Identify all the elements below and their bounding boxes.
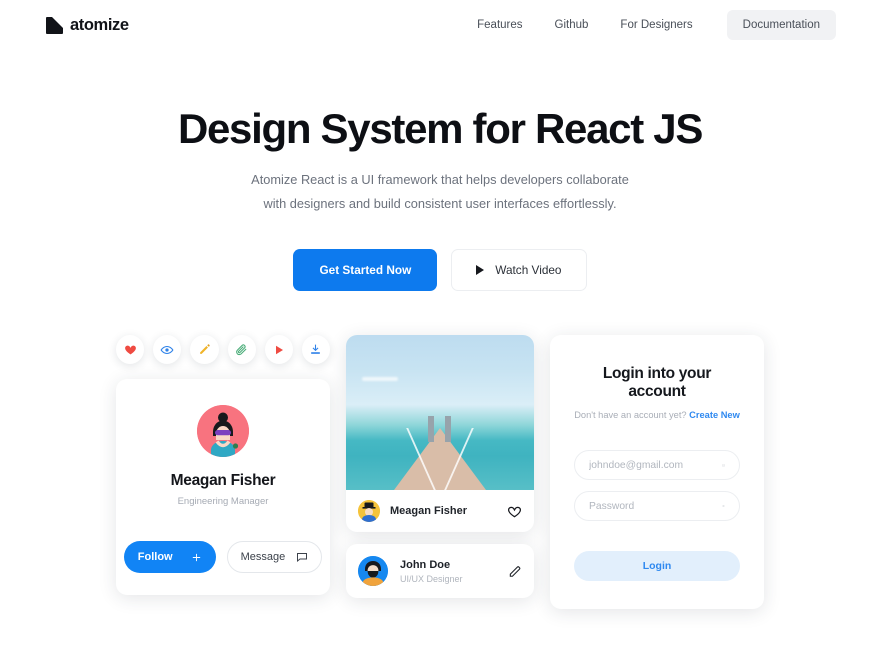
- nav-documentation-button[interactable]: Documentation: [726, 10, 836, 40]
- hero-actions: Get Started Now Watch Video: [0, 249, 880, 292]
- login-card: Login into your account Don't have an ac…: [550, 335, 764, 610]
- profile-name: Meagan Fisher: [170, 472, 276, 490]
- pier-post-left: [428, 416, 434, 443]
- avatar-john: [358, 556, 388, 587]
- download-icon-chip[interactable]: [301, 335, 331, 365]
- login-submit-button[interactable]: Login: [574, 551, 740, 582]
- person-card-john-doe: John Doe UI/UX Designer: [346, 544, 534, 599]
- email-field[interactable]: [574, 450, 740, 481]
- login-subtitle: Don't have an account yet? Create New: [574, 410, 740, 420]
- play-icon-chip[interactable]: [264, 335, 293, 365]
- page-title: Design System for React JS: [177, 105, 703, 152]
- heart-outline-icon[interactable]: [507, 504, 522, 519]
- showcase-column-left: Meagan Fisher Engineering Manager Follow…: [116, 335, 331, 596]
- watch-video-button[interactable]: Watch Video: [451, 249, 587, 292]
- brand-logo[interactable]: atomize: [46, 16, 129, 35]
- showcase-section: Meagan Fisher Engineering Manager Follow…: [0, 335, 880, 610]
- icon-chip-row: [116, 335, 331, 365]
- nav-link-features[interactable]: Features: [461, 19, 538, 31]
- eye-icon: [160, 345, 174, 354]
- site-header: atomize Features Github For Designers Do…: [0, 0, 880, 50]
- play-icon: [275, 345, 283, 355]
- profile-card: Meagan Fisher Engineering Manager Follow…: [116, 379, 330, 596]
- nav-link-for-designers[interactable]: For Designers: [604, 19, 708, 31]
- watch-video-label: Watch Video: [495, 263, 562, 278]
- pencil-icon: [200, 344, 210, 355]
- person-name: John Doe: [400, 558, 451, 571]
- heart-icon-chip[interactable]: [116, 335, 145, 365]
- person-role: UI/UX Designer: [400, 573, 463, 584]
- main-navigation: Features Github For Designers Documentat…: [461, 10, 836, 40]
- brand-name: atomize: [70, 15, 129, 34]
- message-button[interactable]: Message: [226, 541, 323, 574]
- create-new-link[interactable]: Create New: [689, 410, 740, 420]
- follow-label: Follow: [137, 551, 173, 564]
- pencil-icon-chip[interactable]: [190, 335, 219, 365]
- hero-subtitle: Atomize React is a UI framework that hel…: [251, 172, 629, 211]
- person-card-text: John Doe UI/UX Designer: [400, 559, 463, 584]
- avatar-meagan: [197, 405, 249, 458]
- paperclip-icon-chip[interactable]: [227, 335, 256, 365]
- email-input[interactable]: [589, 459, 722, 471]
- get-started-button[interactable]: Get Started Now: [293, 249, 438, 292]
- chat-bubble-icon: [297, 553, 308, 563]
- message-label: Message: [240, 551, 286, 564]
- photo-card-footer: Meagan Fisher: [346, 490, 534, 532]
- hero-section: Design System for React JS Atomize React…: [0, 50, 880, 292]
- pencil-edit-icon[interactable]: [508, 564, 522, 578]
- showcase-column-middle: Meagan Fisher John Doe UI/UX Designer: [346, 335, 534, 599]
- eye-icon-chip[interactable]: [153, 335, 182, 365]
- nav-link-github[interactable]: Github: [539, 19, 605, 31]
- password-input[interactable]: [589, 500, 722, 512]
- photo-author-name: Meagan Fisher: [390, 505, 468, 518]
- showcase-column-right: Login into your account Don't have an ac…: [550, 335, 764, 610]
- pier-photo: [346, 335, 534, 491]
- login-fields: [574, 450, 740, 522]
- cloud-shape: [362, 377, 398, 382]
- atomize-logo-icon: [46, 16, 63, 34]
- paperclip-icon: [236, 344, 247, 356]
- profile-actions: Follow Message: [123, 541, 323, 574]
- avatar-meagan-small: [358, 500, 380, 523]
- download-icon: [311, 345, 321, 355]
- eye-icon: [722, 505, 725, 508]
- password-field[interactable]: [574, 491, 740, 522]
- heart-icon: [124, 345, 136, 355]
- follow-button[interactable]: Follow: [123, 541, 216, 574]
- photo-card: Meagan Fisher: [346, 335, 534, 533]
- play-icon: [476, 265, 485, 276]
- profile-role: Engineering Manager: [177, 496, 269, 508]
- login-subtitle-text: Don't have an account yet?: [574, 410, 687, 421]
- login-title: Login into your account: [602, 365, 712, 401]
- plus-icon: [192, 553, 200, 562]
- envelope-icon: [722, 464, 725, 467]
- pier-post-right: [445, 416, 451, 443]
